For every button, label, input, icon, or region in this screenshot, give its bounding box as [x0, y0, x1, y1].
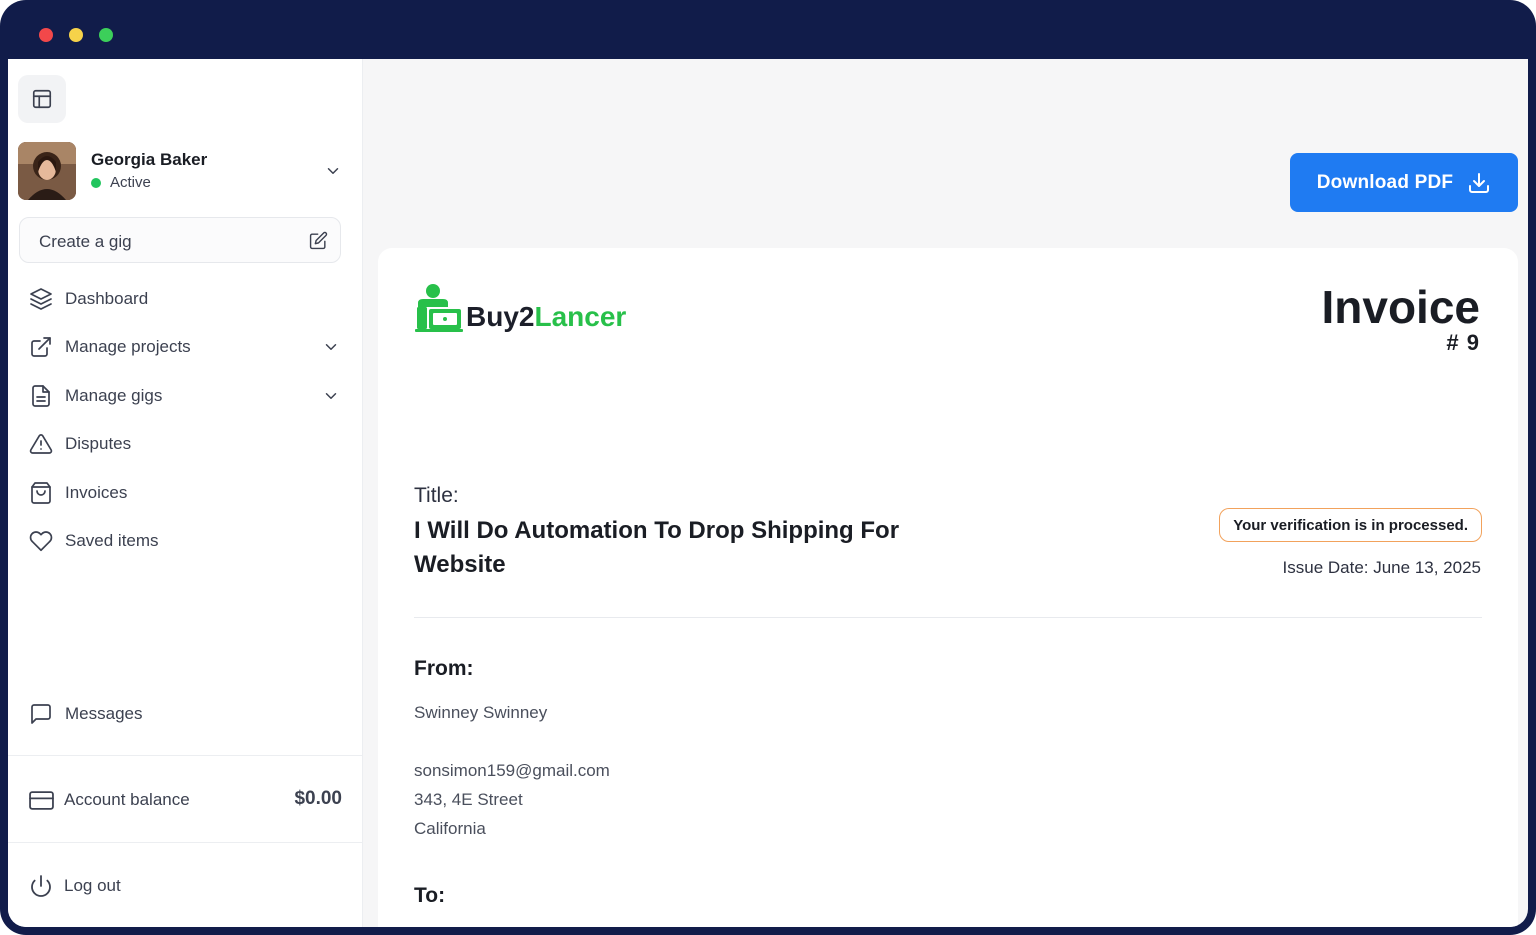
create-gig-button[interactable]: Create a gig — [19, 217, 341, 263]
brand-name-part1: Buy2 — [466, 301, 535, 332]
download-pdf-button[interactable]: Download PDF — [1290, 153, 1518, 212]
download-pdf-label: Download PDF — [1316, 171, 1454, 193]
sidebar-item-saved-items[interactable]: Saved items — [28, 524, 342, 558]
sidebar-divider — [8, 842, 362, 843]
sidebar-item-messages[interactable]: Messages — [28, 697, 342, 731]
sidebar-item-manage-gigs[interactable]: Manage gigs — [28, 379, 342, 413]
external-link-icon — [28, 334, 54, 360]
logout-label: Log out — [64, 876, 121, 895]
app-screen: Georgia Baker Active Create a gig Dashbo… — [8, 59, 1528, 927]
account-balance-amount: $0.00 — [294, 788, 342, 809]
from-email: sonsimon159@gmail.com — [414, 761, 610, 780]
download-icon — [1469, 172, 1490, 193]
sidebar-item-dashboard[interactable]: Dashboard — [28, 282, 342, 316]
chevron-down-icon[interactable] — [324, 162, 342, 180]
app-window: Georgia Baker Active Create a gig Dashbo… — [0, 0, 1536, 935]
sidebar-item-label: Manage gigs — [65, 386, 163, 405]
invoice-card: Buy2Lancer Invoice # 9 Title: I Will Do … — [378, 248, 1518, 927]
alert-triangle-icon — [28, 431, 54, 457]
avatar — [18, 142, 76, 200]
profile-status: Active — [91, 174, 151, 191]
brand-name: Buy2Lancer — [466, 301, 626, 333]
from-street: 343, 4E Street — [414, 790, 523, 809]
shopping-bag-icon — [28, 480, 54, 506]
sidebar-item-label: Disputes — [65, 434, 132, 453]
message-square-icon — [28, 701, 54, 727]
sidebar-item-label: Saved items — [65, 531, 159, 550]
credit-card-icon — [28, 787, 54, 813]
maximize-window-button[interactable] — [99, 28, 113, 42]
sidebar-layout-icon — [32, 89, 52, 109]
from-label: From: — [414, 657, 474, 680]
status-indicator — [91, 177, 101, 188]
account-balance-label: Account balance — [64, 790, 190, 809]
sidebar: Georgia Baker Active Create a gig Dashbo… — [8, 59, 363, 927]
minimize-window-button[interactable] — [69, 28, 83, 42]
account-balance[interactable]: Account balance $0.00 — [28, 783, 342, 817]
to-label: To: — [414, 884, 446, 907]
chevron-down-icon — [325, 344, 337, 350]
profile-status-label: Active — [110, 174, 151, 191]
close-window-button[interactable] — [39, 28, 53, 42]
profile-name: Georgia Baker — [91, 150, 208, 169]
invoice-number: # 9 — [1446, 330, 1480, 355]
profile-switcher[interactable]: Georgia Baker Active — [18, 142, 348, 200]
create-gig-label: Create a gig — [39, 232, 132, 251]
logout-button[interactable]: Log out — [28, 869, 342, 903]
from-name: Swinney Swinney — [414, 703, 548, 722]
chevron-down-icon — [325, 393, 337, 399]
edit-icon — [309, 231, 328, 250]
section-divider — [414, 617, 1482, 618]
verification-status-badge: Your verification is in processed. — [1219, 508, 1482, 542]
heart-icon — [28, 528, 54, 554]
sidebar-item-disputes[interactable]: Disputes — [28, 427, 342, 461]
sidebar-item-label: Invoices — [65, 483, 128, 502]
gig-title: I Will Do Automation To Drop Shipping Fo… — [414, 517, 900, 578]
from-region: California — [414, 819, 486, 838]
sidebar-item-label: Messages — [65, 704, 143, 723]
sidebar-item-label: Dashboard — [65, 289, 149, 308]
sidebar-item-invoices[interactable]: Invoices — [28, 476, 342, 510]
brand-logo: Buy2Lancer — [414, 283, 626, 333]
sidebar-toggle-button[interactable] — [18, 75, 66, 123]
sidebar-item-manage-projects[interactable]: Manage projects — [28, 330, 342, 364]
brand-name-part2: Lancer — [534, 301, 627, 332]
sidebar-divider — [8, 755, 362, 756]
freelancer-logo-icon — [415, 284, 463, 332]
power-icon — [28, 873, 54, 899]
title-label: Title: — [414, 484, 459, 507]
file-text-icon — [28, 383, 54, 409]
issue-date: Issue Date: June 13, 2025 — [1282, 558, 1481, 577]
sidebar-item-label: Manage projects — [65, 337, 191, 356]
layers-icon — [28, 286, 54, 312]
invoice-title: Invoice — [1321, 281, 1480, 333]
